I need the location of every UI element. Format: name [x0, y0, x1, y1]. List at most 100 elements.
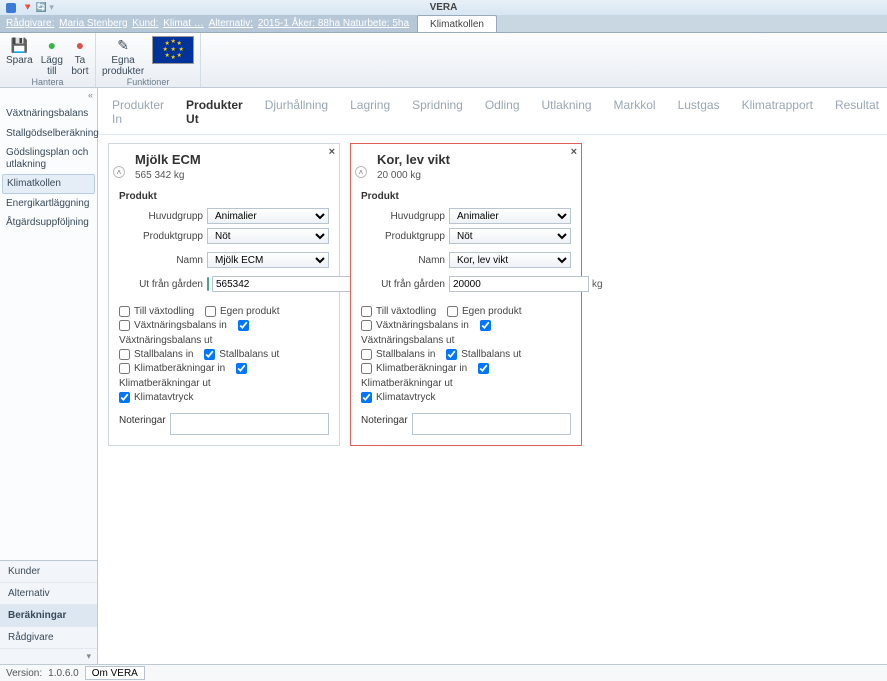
- chk-label: Stallbalans in: [134, 349, 193, 360]
- tab-markkol[interactable]: Markkol: [614, 98, 656, 126]
- produktgrupp-select[interactable]: Nöt: [207, 228, 329, 244]
- chk-label: Växtnäringsbalans ut: [361, 335, 454, 346]
- card-subtitle: 20 000 kg: [377, 170, 571, 181]
- huvudgrupp-select[interactable]: Animalier: [449, 208, 571, 224]
- chk-label: Stallbalans ut: [461, 349, 521, 360]
- noteringar-input[interactable]: [412, 413, 571, 435]
- section-label: Produkt: [361, 191, 571, 202]
- chk-label: Egen produkt: [220, 306, 280, 317]
- tab-lagring[interactable]: Lagring: [350, 98, 390, 126]
- card-title: Mjölk ECM: [135, 152, 329, 167]
- card-title: Kor, lev vikt: [377, 152, 571, 167]
- chevron-down-icon[interactable]: ▾: [0, 649, 97, 664]
- remove-button[interactable]: ● Tabort: [71, 36, 89, 77]
- close-icon[interactable]: ×: [571, 146, 577, 158]
- chk-label: Klimatberäkningar ut: [361, 378, 453, 389]
- eu-flag: [152, 36, 194, 64]
- nav-kunder[interactable]: Kunder: [0, 561, 97, 583]
- chk-label: Till växtodling: [376, 306, 436, 317]
- sidebar-item-gödslingsplan-och-utlakning[interactable]: Gödslingsplan och utlakning: [0, 143, 97, 174]
- tab-klimatrapport[interactable]: Klimatrapport: [742, 98, 813, 126]
- sidebar: « VäxtnäringsbalansStallgödselberäkningG…: [0, 88, 98, 664]
- save-button[interactable]: 💾 Spara: [6, 36, 33, 67]
- calc-icon[interactable]: [207, 277, 209, 291]
- ribbon: 💾 Spara ● Läggtill ● Tabort Hantera ✎ Eg…: [0, 33, 887, 88]
- sidebar-item-energikartläggning[interactable]: Energikartläggning: [0, 194, 97, 214]
- chk-klimatavtryck[interactable]: [361, 392, 372, 403]
- chk-label: Växtnäringsbalans in: [376, 320, 469, 331]
- add-button[interactable]: ● Läggtill: [41, 36, 63, 77]
- title-bar: 🔻 🔄 ▾ VERA: [0, 0, 887, 15]
- tab-spridning[interactable]: Spridning: [412, 98, 463, 126]
- close-icon[interactable]: ×: [329, 146, 335, 158]
- chk-till-vaxtodling[interactable]: [361, 306, 372, 317]
- chk-vnb-in[interactable]: [119, 320, 130, 331]
- chk-label: Klimatberäkningar ut: [119, 378, 211, 389]
- plus-icon: ●: [43, 36, 61, 54]
- eu-flag-icon: [152, 36, 194, 64]
- inner-nav: Produkter In Produkter Ut Djurhållning Lagr…: [98, 88, 887, 135]
- chk-label: Växtnäringsbalans in: [134, 320, 227, 331]
- nav-alternativ[interactable]: Alternativ: [0, 583, 97, 605]
- chk-klim-in[interactable]: [361, 363, 372, 374]
- status-bar: Version: 1.0.6.0 Om VERA: [0, 664, 887, 681]
- sidebar-collapse-icon[interactable]: «: [0, 88, 97, 100]
- minus-icon: ●: [71, 36, 89, 54]
- tab-djurhållning[interactable]: Djurhållning: [265, 98, 328, 126]
- tab-odling[interactable]: Odling: [485, 98, 520, 126]
- nav-rådgivare[interactable]: Rådgivare: [0, 627, 97, 649]
- product-card[interactable]: × ˄ Kor, lev vikt 20 000 kg Produkt Huvu…: [350, 143, 582, 446]
- chk-label: Egen produkt: [462, 306, 522, 317]
- ribbon-group-label: Hantera: [6, 77, 89, 87]
- tab-produkter-in[interactable]: Produkter In: [112, 98, 164, 126]
- nav-beräkningar[interactable]: Beräkningar: [0, 605, 97, 627]
- about-button[interactable]: Om VERA: [85, 666, 145, 680]
- chk-vnb-in[interactable]: [361, 320, 372, 331]
- chk-label: Klimatavtryck: [376, 392, 435, 403]
- own-products-button[interactable]: ✎ Egnaprodukter: [102, 36, 144, 77]
- chk-stall-in[interactable]: [361, 349, 372, 360]
- chk-vnb-ut[interactable]: [238, 320, 249, 331]
- ut-fran-input[interactable]: [449, 276, 589, 292]
- sidebar-item-åtgärdsuppföljning[interactable]: Åtgärdsuppföljning: [0, 213, 97, 233]
- ut-fran-input[interactable]: [212, 276, 352, 292]
- chk-label: Klimatberäkningar in: [376, 363, 467, 374]
- chk-label: Klimatberäkningar in: [134, 363, 225, 374]
- chk-label: Klimatavtryck: [134, 392, 193, 403]
- chk-stall-ut[interactable]: [204, 349, 215, 360]
- chk-stall-in[interactable]: [119, 349, 130, 360]
- produktgrupp-select[interactable]: Nöt: [449, 228, 571, 244]
- section-label: Produkt: [119, 191, 329, 202]
- sidebar-item-växtnäringsbalans[interactable]: Växtnäringsbalans: [0, 104, 97, 124]
- chk-klim-ut[interactable]: [236, 363, 247, 374]
- tabs-bar: Rådgivare: Maria Stenberg Kund: Klimat ……: [0, 15, 887, 33]
- collapse-icon[interactable]: ˄: [355, 166, 367, 178]
- pencil-plus-icon: ✎: [114, 36, 132, 54]
- sidebar-item-klimatkollen[interactable]: Klimatkollen: [2, 174, 95, 194]
- chk-vnb-ut[interactable]: [480, 320, 491, 331]
- tab-utlakning[interactable]: Utlakning: [542, 98, 592, 126]
- chk-label: Till växtodling: [134, 306, 194, 317]
- chk-till-vaxtodling[interactable]: [119, 306, 130, 317]
- noteringar-input[interactable]: [170, 413, 329, 435]
- chk-stall-ut[interactable]: [446, 349, 457, 360]
- tab-klimatkollen[interactable]: Klimatkollen: [417, 15, 497, 32]
- chk-klimatavtryck[interactable]: [119, 392, 130, 403]
- huvudgrupp-select[interactable]: Animalier: [207, 208, 329, 224]
- tab-resultat[interactable]: Resultat: [835, 98, 879, 126]
- card-subtitle: 565 342 kg: [135, 170, 329, 181]
- sidebar-item-stallgödselberäkning[interactable]: Stallgödselberäkning: [0, 124, 97, 144]
- chk-label: Växtnäringsbalans ut: [119, 335, 212, 346]
- chk-egen-produkt[interactable]: [205, 306, 216, 317]
- chk-label: Stallbalans ut: [219, 349, 279, 360]
- chk-egen-produkt[interactable]: [447, 306, 458, 317]
- product-card[interactable]: × ˄ Mjölk ECM 565 342 kg Produkt Huvudgr…: [108, 143, 340, 446]
- chk-klim-ut[interactable]: [478, 363, 489, 374]
- chk-klim-in[interactable]: [119, 363, 130, 374]
- tab-produkter-ut[interactable]: Produkter Ut: [186, 98, 243, 126]
- namn-select[interactable]: Kor, lev vikt: [449, 252, 571, 268]
- collapse-icon[interactable]: ˄: [113, 166, 125, 178]
- namn-select[interactable]: Mjölk ECM: [207, 252, 329, 268]
- tab-lustgas[interactable]: Lustgas: [678, 98, 720, 126]
- breadcrumb: Rådgivare: Maria Stenberg Kund: Klimat ……: [0, 15, 417, 32]
